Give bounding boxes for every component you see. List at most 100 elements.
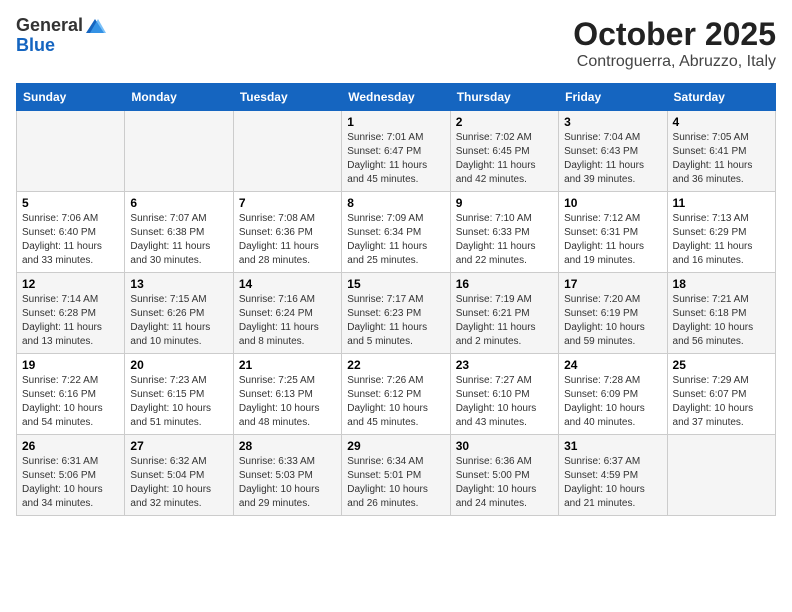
page-header: General Blue October 2025 Controguerra, … — [16, 16, 776, 71]
day-number: 3 — [564, 115, 661, 129]
col-saturday: Saturday — [667, 84, 775, 111]
day-number: 25 — [673, 358, 770, 372]
logo-general-text: General — [16, 15, 83, 35]
col-monday: Monday — [125, 84, 233, 111]
calendar-header-row: Sunday Monday Tuesday Wednesday Thursday… — [17, 84, 776, 111]
table-row: 9 Sunrise: 7:10 AM Sunset: 6:33 PM Daylig… — [450, 192, 558, 273]
day-info: Sunrise: 6:37 AM Sunset: 4:59 PM Dayligh… — [564, 455, 661, 511]
calendar-week-row: 19 Sunrise: 7:22 AM Sunset: 6:16 PM Dayli… — [17, 354, 776, 435]
table-row: 26 Sunrise: 6:31 AM Sunset: 5:06 PM Dayli… — [17, 435, 125, 516]
table-row — [17, 111, 125, 192]
day-info: Sunrise: 7:07 AM Sunset: 6:38 PM Dayligh… — [130, 212, 227, 268]
title-block: October 2025 Controguerra, Abruzzo, Ital… — [573, 16, 776, 71]
day-info: Sunrise: 7:10 AM Sunset: 6:33 PM Dayligh… — [456, 212, 553, 268]
day-number: 7 — [239, 196, 336, 210]
table-row: 18Sunrise: 7:21 AM Sunset: 6:18 PM Dayli… — [667, 273, 775, 354]
day-number: 21 — [239, 358, 336, 372]
calendar-table: Sunday Monday Tuesday Wednesday Thursday… — [16, 83, 776, 516]
table-row: 12 Sunrise: 7:14 AM Sunset: 6:28 PM Dayli… — [17, 273, 125, 354]
table-row: 30Sunrise: 6:36 AM Sunset: 5:00 PM Dayli… — [450, 435, 558, 516]
day-info: Sunrise: 7:19 AM Sunset: 6:21 PM Dayligh… — [456, 293, 553, 349]
day-info: Sunrise: 7:27 AM Sunset: 6:10 PM Dayligh… — [456, 374, 553, 430]
day-info: Sunrise: 7:02 AM Sunset: 6:45 PM Dayligh… — [456, 131, 553, 187]
table-row: 6 Sunrise: 7:07 AM Sunset: 6:38 PM Daylig… — [125, 192, 233, 273]
day-info: Sunrise: 7:05 AM Sunset: 6:41 PM Dayligh… — [673, 131, 770, 187]
day-info: Sunrise: 7:09 AM Sunset: 6:34 PM Dayligh… — [347, 212, 444, 268]
col-thursday: Thursday — [450, 84, 558, 111]
day-info: Sunrise: 7:20 AM Sunset: 6:19 PM Dayligh… — [564, 293, 661, 349]
table-row: 25 Sunrise: 7:29 AM Sunset: 6:07 PM Dayli… — [667, 354, 775, 435]
day-number: 10 — [564, 196, 661, 210]
location: Controguerra, Abruzzo, Italy — [573, 53, 776, 71]
day-number: 20 — [130, 358, 227, 372]
col-wednesday: Wednesday — [342, 84, 450, 111]
day-number: 5 — [22, 196, 119, 210]
day-number: 31 — [564, 439, 661, 453]
table-row: 16Sunrise: 7:19 AM Sunset: 6:21 PM Dayli… — [450, 273, 558, 354]
table-row: 19 Sunrise: 7:22 AM Sunset: 6:16 PM Dayli… — [17, 354, 125, 435]
col-friday: Friday — [559, 84, 667, 111]
day-number: 27 — [130, 439, 227, 453]
day-number: 19 — [22, 358, 119, 372]
day-info: Sunrise: 7:29 AM Sunset: 6:07 PM Dayligh… — [673, 374, 770, 430]
day-info: Sunrise: 7:22 AM Sunset: 6:16 PM Dayligh… — [22, 374, 119, 430]
table-row: 10 Sunrise: 7:12 AM Sunset: 6:31 PM Dayli… — [559, 192, 667, 273]
col-sunday: Sunday — [17, 84, 125, 111]
table-row — [233, 111, 341, 192]
day-info: Sunrise: 7:23 AM Sunset: 6:15 PM Dayligh… — [130, 374, 227, 430]
table-row — [667, 435, 775, 516]
day-number: 24 — [564, 358, 661, 372]
day-info: Sunrise: 6:36 AM Sunset: 5:00 PM Dayligh… — [456, 455, 553, 511]
table-row — [125, 111, 233, 192]
day-info: Sunrise: 7:13 AM Sunset: 6:29 PM Dayligh… — [673, 212, 770, 268]
table-row: 5 Sunrise: 7:06 AM Sunset: 6:40 PM Daylig… — [17, 192, 125, 273]
table-row: 27 Sunrise: 6:32 AM Sunset: 5:04 PM Dayli… — [125, 435, 233, 516]
table-row: 23 Sunrise: 7:27 AM Sunset: 6:10 PM Dayli… — [450, 354, 558, 435]
day-number: 13 — [130, 277, 227, 291]
table-row: 15 Sunrise: 7:17 AM Sunset: 6:23 PM Dayli… — [342, 273, 450, 354]
day-info: Sunrise: 7:16 AM Sunset: 6:24 PM Dayligh… — [239, 293, 336, 349]
table-row: 2 Sunrise: 7:02 AM Sunset: 6:45 PM Daylig… — [450, 111, 558, 192]
calendar-week-row: 1Sunrise: 7:01 AM Sunset: 6:47 PM Daylig… — [17, 111, 776, 192]
day-number: 12 — [22, 277, 119, 291]
day-info: Sunrise: 7:04 AM Sunset: 6:43 PM Dayligh… — [564, 131, 661, 187]
day-info: Sunrise: 6:31 AM Sunset: 5:06 PM Dayligh… — [22, 455, 119, 511]
table-row: 24Sunrise: 7:28 AM Sunset: 6:09 PM Dayli… — [559, 354, 667, 435]
table-row: 20 Sunrise: 7:23 AM Sunset: 6:15 PM Dayli… — [125, 354, 233, 435]
day-number: 17 — [564, 277, 661, 291]
day-number: 2 — [456, 115, 553, 129]
day-info: Sunrise: 6:32 AM Sunset: 5:04 PM Dayligh… — [130, 455, 227, 511]
day-info: Sunrise: 7:14 AM Sunset: 6:28 PM Dayligh… — [22, 293, 119, 349]
table-row: 4Sunrise: 7:05 AM Sunset: 6:41 PM Daylig… — [667, 111, 775, 192]
calendar-week-row: 5 Sunrise: 7:06 AM Sunset: 6:40 PM Daylig… — [17, 192, 776, 273]
day-info: Sunrise: 7:26 AM Sunset: 6:12 PM Dayligh… — [347, 374, 444, 430]
day-number: 28 — [239, 439, 336, 453]
day-number: 6 — [130, 196, 227, 210]
table-row: 7 Sunrise: 7:08 AM Sunset: 6:36 PM Daylig… — [233, 192, 341, 273]
table-row: 28 Sunrise: 6:33 AM Sunset: 5:03 PM Dayli… — [233, 435, 341, 516]
table-row: 22Sunrise: 7:26 AM Sunset: 6:12 PM Dayli… — [342, 354, 450, 435]
table-row: 31 Sunrise: 6:37 AM Sunset: 4:59 PM Dayli… — [559, 435, 667, 516]
logo-blue-text: Blue — [16, 35, 55, 55]
table-row: 17 Sunrise: 7:20 AM Sunset: 6:19 PM Dayli… — [559, 273, 667, 354]
day-info: Sunrise: 6:33 AM Sunset: 5:03 PM Dayligh… — [239, 455, 336, 511]
day-number: 29 — [347, 439, 444, 453]
table-row: 14Sunrise: 7:16 AM Sunset: 6:24 PM Dayli… — [233, 273, 341, 354]
day-info: Sunrise: 7:17 AM Sunset: 6:23 PM Dayligh… — [347, 293, 444, 349]
table-row: 29 Sunrise: 6:34 AM Sunset: 5:01 PM Dayli… — [342, 435, 450, 516]
day-number: 9 — [456, 196, 553, 210]
day-info: Sunrise: 7:08 AM Sunset: 6:36 PM Dayligh… — [239, 212, 336, 268]
day-number: 18 — [673, 277, 770, 291]
day-info: Sunrise: 7:25 AM Sunset: 6:13 PM Dayligh… — [239, 374, 336, 430]
table-row: 8 Sunrise: 7:09 AM Sunset: 6:34 PM Daylig… — [342, 192, 450, 273]
day-number: 23 — [456, 358, 553, 372]
day-info: Sunrise: 6:34 AM Sunset: 5:01 PM Dayligh… — [347, 455, 444, 511]
table-row: 13Sunrise: 7:15 AM Sunset: 6:26 PM Dayli… — [125, 273, 233, 354]
day-number: 26 — [22, 439, 119, 453]
day-number: 15 — [347, 277, 444, 291]
day-info: Sunrise: 7:12 AM Sunset: 6:31 PM Dayligh… — [564, 212, 661, 268]
day-number: 8 — [347, 196, 444, 210]
day-info: Sunrise: 7:06 AM Sunset: 6:40 PM Dayligh… — [22, 212, 119, 268]
col-tuesday: Tuesday — [233, 84, 341, 111]
table-row: 11Sunrise: 7:13 AM Sunset: 6:29 PM Dayli… — [667, 192, 775, 273]
